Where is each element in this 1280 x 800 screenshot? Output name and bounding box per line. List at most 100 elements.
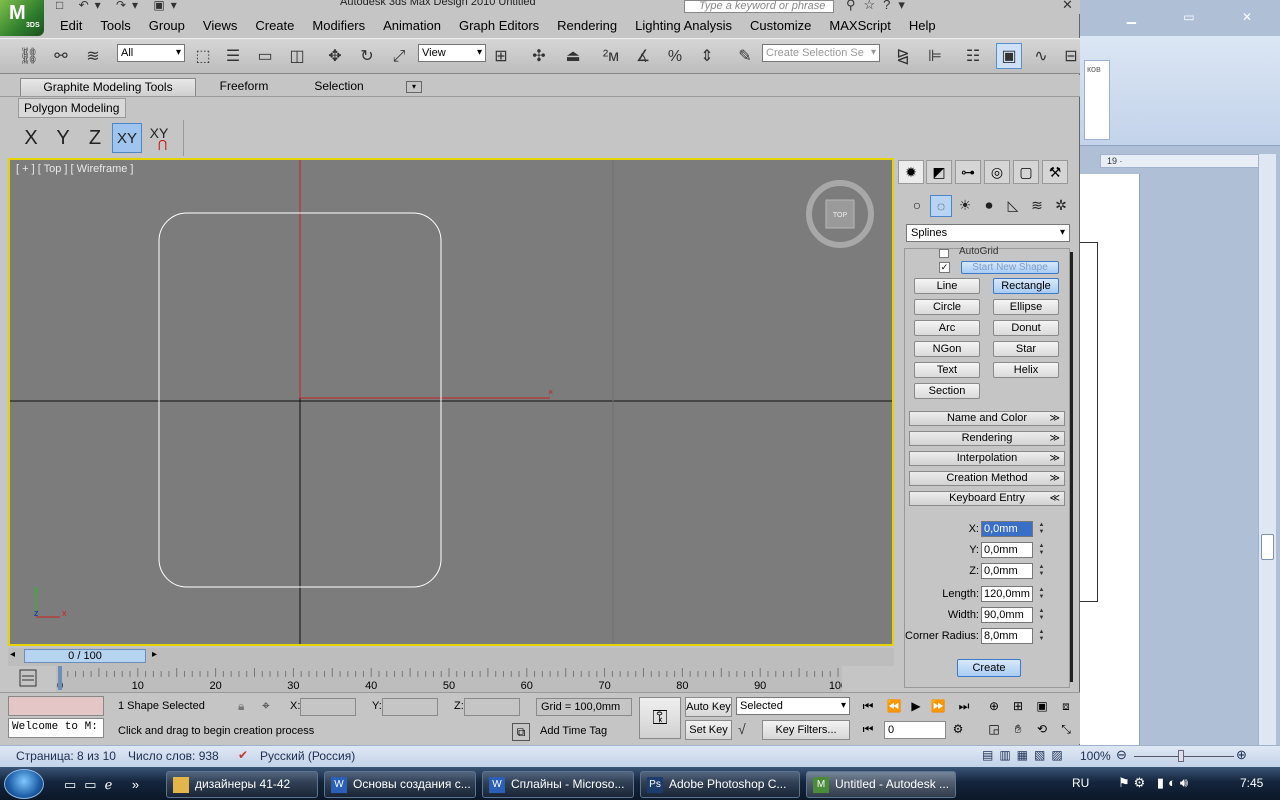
- spacewarps-icon[interactable]: ≋: [1026, 195, 1048, 217]
- word-window-controls[interactable]: ▁ ▭ ✕: [1127, 10, 1274, 24]
- zoom-all-icon[interactable]: ⊞: [1008, 697, 1028, 715]
- go-to-end-icon[interactable]: ⏭: [954, 697, 974, 715]
- angle-snap-icon[interactable]: ∡: [630, 43, 656, 69]
- zoom-level[interactable]: 100%: [1080, 749, 1111, 763]
- donut-button[interactable]: Donut: [993, 320, 1059, 336]
- lights-icon[interactable]: ☀: [954, 195, 976, 217]
- scale-icon[interactable]: ⤢: [386, 43, 412, 69]
- tab-freeform[interactable]: Freeform: [204, 78, 284, 96]
- key-mode-select[interactable]: Selected: [736, 697, 850, 715]
- manipulate-icon[interactable]: ✣: [526, 43, 552, 69]
- rotate-icon[interactable]: ↻: [354, 43, 380, 69]
- time-configuration-icon[interactable]: ⚙: [948, 720, 968, 738]
- x-field[interactable]: 0,0mm: [981, 521, 1033, 537]
- menu-modifiers[interactable]: Modifiers: [312, 16, 365, 35]
- rollout-rendering[interactable]: Rendering ≫: [909, 431, 1065, 446]
- move-icon[interactable]: ✥: [322, 43, 348, 69]
- rollout-creation-method[interactable]: Creation Method ≫: [909, 471, 1065, 486]
- schematic-view-icon[interactable]: ⊟: [1058, 43, 1084, 69]
- key-tangent-icon[interactable]: √: [738, 721, 746, 737]
- start-new-shape-checkbox[interactable]: ✓: [939, 262, 950, 273]
- link-icon[interactable]: ⛓: [16, 43, 42, 69]
- start-button[interactable]: [4, 769, 44, 799]
- ellipse-button[interactable]: Ellipse: [993, 299, 1059, 315]
- clock[interactable]: 7:45: [1240, 776, 1263, 790]
- named-selection-set-select[interactable]: Create Selection Se: [762, 44, 880, 62]
- view-buttons[interactable]: ▤▥▦▧▨: [982, 748, 1069, 762]
- tray-icons[interactable]: ⚑⚙ ▮◐🔊︎: [1118, 775, 1192, 791]
- menu-animation[interactable]: Animation: [383, 16, 441, 35]
- curve-editor-icon[interactable]: ∿: [1028, 43, 1054, 69]
- geometry-icon[interactable]: ○: [906, 195, 928, 217]
- maximize-viewport-icon[interactable]: ⤡: [1056, 720, 1076, 738]
- next-frame-icon[interactable]: ▸: [152, 649, 157, 660]
- zoom-in-icon[interactable]: ⊕: [1236, 747, 1247, 763]
- rectangle-selection-icon[interactable]: ▭: [252, 43, 278, 69]
- auto-key-button[interactable]: Auto Key: [685, 697, 732, 717]
- modify-tab[interactable]: ◩: [926, 160, 952, 184]
- page-count[interactable]: Страница: 8 из 10: [16, 749, 116, 763]
- language-indicator[interactable]: Русский (Россия): [260, 749, 355, 763]
- width-spinner[interactable]: ▲ ▼: [1037, 608, 1046, 622]
- line-button[interactable]: Line: [914, 278, 980, 294]
- maxscript-mini-listener-top[interactable]: [8, 696, 104, 716]
- start-new-shape-button[interactable]: Start New Shape: [961, 261, 1059, 274]
- infocenter-icons[interactable]: ⚲☆?▾: [846, 0, 913, 13]
- star-button[interactable]: Star: [993, 341, 1059, 357]
- add-time-tag[interactable]: Add Time Tag: [536, 723, 632, 741]
- y-field[interactable]: 0,0mm: [981, 542, 1033, 558]
- next-frame-icon[interactable]: ⏩: [928, 697, 948, 715]
- reference-coordinate-select[interactable]: View: [418, 44, 486, 62]
- axis-xy-snap-button[interactable]: XY ⋂: [144, 123, 174, 153]
- axis-xy-button[interactable]: XY: [112, 123, 142, 153]
- snaps-toggle-icon[interactable]: ²ᴍ: [598, 43, 624, 69]
- bind-spacewarp-icon[interactable]: ≋: [80, 43, 106, 69]
- ribbon-options-icon[interactable]: ▾: [406, 81, 422, 93]
- autogrid-checkbox[interactable]: [939, 249, 949, 258]
- orbit-icon[interactable]: ⟲: [1032, 720, 1052, 738]
- task-folder[interactable]: дизайнеры 41-42: [166, 771, 318, 798]
- tab-selection[interactable]: Selection: [298, 78, 380, 96]
- unlink-icon[interactable]: ⚯: [48, 43, 74, 69]
- mini-curve-editor-icon[interactable]: [10, 668, 44, 690]
- isolate-selection-icon[interactable]: ⧉: [512, 723, 530, 741]
- menu-help[interactable]: Help: [909, 16, 936, 35]
- quick-launch-icons[interactable]: ▭▭ℯ »: [64, 777, 147, 793]
- menu-edit[interactable]: Edit: [60, 16, 82, 35]
- arc-button[interactable]: Arc: [914, 320, 980, 336]
- hierarchy-tab[interactable]: ⊶: [955, 160, 981, 184]
- search-input[interactable]: Type a keyword or phrase: [684, 0, 834, 13]
- object-category-select[interactable]: Splines: [906, 224, 1070, 242]
- helpers-icon[interactable]: ◺: [1002, 195, 1024, 217]
- zoom-out-icon[interactable]: ⊖: [1116, 747, 1127, 763]
- axis-z-button[interactable]: Z: [80, 123, 110, 153]
- create-tab[interactable]: ✹: [898, 160, 924, 184]
- cameras-icon[interactable]: ⏺: [978, 195, 1000, 217]
- align-icon[interactable]: ⊫: [922, 43, 948, 69]
- previous-frame-icon[interactable]: ⏪: [884, 697, 904, 715]
- zoom-extents-icon[interactable]: ▣: [1032, 697, 1052, 715]
- menu-group[interactable]: Group: [149, 16, 185, 35]
- zoom-slider[interactable]: [1134, 756, 1234, 757]
- menu-rendering[interactable]: Rendering: [557, 16, 617, 35]
- y-spinner[interactable]: ▲ ▼: [1037, 543, 1046, 557]
- spinner-snap-icon[interactable]: ⇕: [694, 43, 720, 69]
- x-spinner[interactable]: ▲ ▼: [1037, 522, 1046, 536]
- x-coord-field[interactable]: [300, 698, 356, 716]
- width-field[interactable]: 90,0mm: [981, 607, 1033, 623]
- mirror-icon[interactable]: ⧎: [890, 43, 916, 69]
- display-tab[interactable]: ▢: [1013, 160, 1039, 184]
- axis-y-button[interactable]: Y: [48, 123, 78, 153]
- graphite-toggle-icon[interactable]: ▣: [996, 43, 1022, 69]
- field-of-view-icon[interactable]: ◲: [984, 720, 1004, 738]
- current-frame-field[interactable]: 0: [884, 721, 946, 739]
- viewport-top[interactable]: [ + ] [ Top ] [ Wireframe ] × y x z TOP: [8, 158, 894, 646]
- text-button[interactable]: Text: [914, 362, 980, 378]
- menu-graph-editors[interactable]: Graph Editors: [459, 16, 539, 35]
- axis-x-button[interactable]: X: [16, 123, 46, 153]
- close-icon[interactable]: ✕: [1062, 0, 1073, 13]
- selection-filter-select[interactable]: All: [117, 44, 185, 62]
- menu-customize[interactable]: Customize: [750, 16, 811, 35]
- rollout-interpolation[interactable]: Interpolation ≫: [909, 451, 1065, 466]
- proofing-icon[interactable]: ✔︎: [238, 748, 248, 762]
